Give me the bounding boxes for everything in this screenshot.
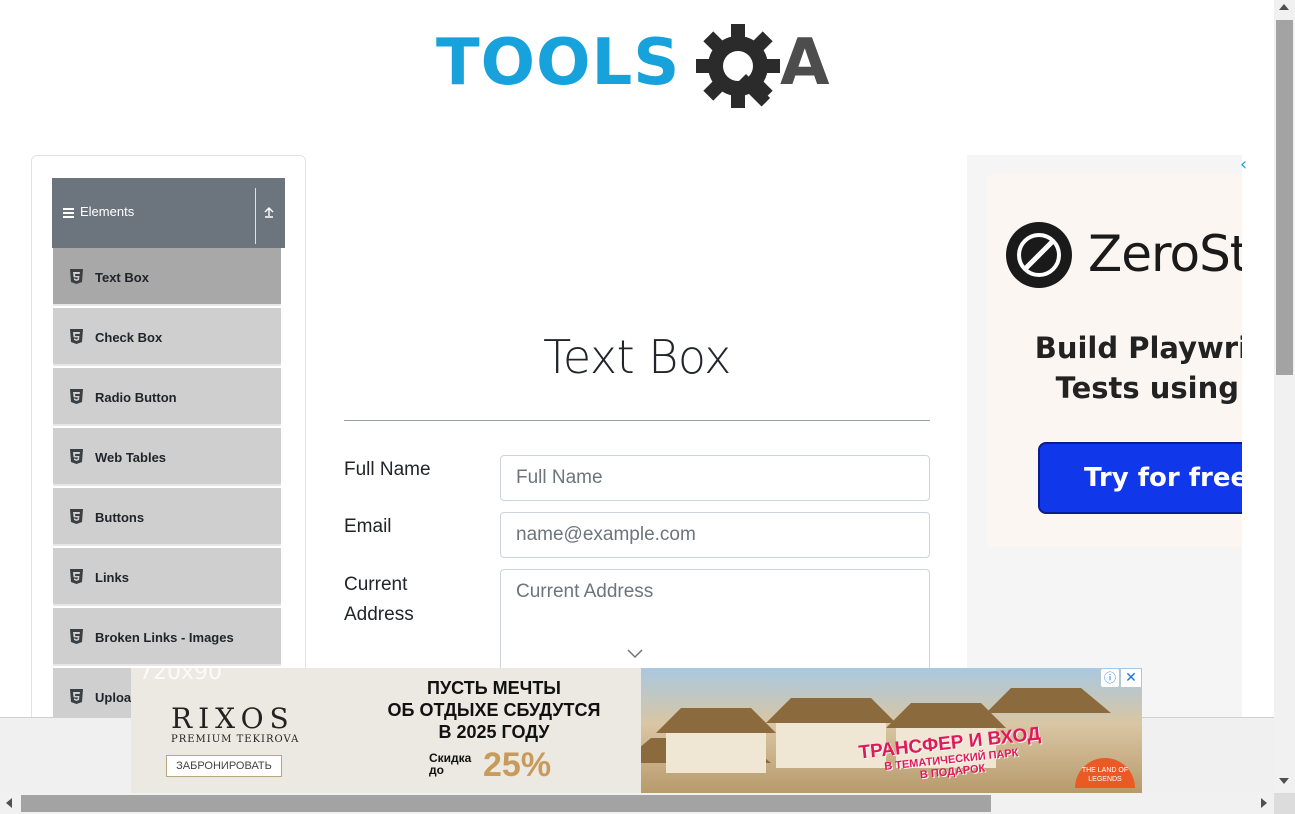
horizontal-scroll-thumb[interactable] bbox=[21, 795, 991, 812]
sidebar-group-label: Elements bbox=[80, 204, 135, 219]
rixos-subtitle: PREMIUM TEKIROVA bbox=[171, 734, 300, 745]
chevron-down-icon bbox=[627, 649, 643, 659]
scroll-right-icon[interactable] bbox=[1261, 798, 1267, 808]
bottom-banner-ad[interactable]: 720x90 RIXOS PREMIUM TEKIROVA ЗАБРОНИРОВ… bbox=[131, 668, 1142, 793]
full-name-input[interactable] bbox=[500, 455, 930, 501]
legends-line1: THE LAND OF bbox=[1081, 767, 1129, 774]
html5-icon bbox=[70, 269, 83, 284]
rixos-logo: RIXOS bbox=[171, 702, 295, 735]
chevron-left-icon[interactable]: ‹ bbox=[1240, 156, 1252, 174]
sidebar-item-label: Check Box bbox=[95, 330, 163, 345]
html5-icon bbox=[70, 629, 83, 644]
ad-headline: ПУСТЬ МЕЧТЫ ОБ ОТДЫХЕ СБУДУТСЯ В 2025 ГО… bbox=[369, 677, 619, 743]
try-for-free-button[interactable]: Try for free → bbox=[1038, 442, 1242, 514]
ad-discount-caption: Скидка до bbox=[429, 752, 471, 776]
sidebar-item-label: Web Tables bbox=[95, 450, 167, 465]
ad-tagline-line1: Build Playwright bbox=[1034, 331, 1242, 365]
email-input[interactable] bbox=[500, 512, 930, 558]
current-address-label-line2: Address bbox=[344, 604, 414, 625]
ad-headline-line3: В 2025 ГОДУ bbox=[438, 722, 550, 742]
gear-icon bbox=[696, 24, 780, 108]
header-divider bbox=[255, 188, 256, 244]
ad-tagline: Build Playwright Tests using AI bbox=[1019, 328, 1242, 408]
vertical-scrollbar[interactable] bbox=[1274, 0, 1295, 793]
hamburger-icon bbox=[63, 208, 74, 218]
ad-headline-line2: ОБ ОТДЫХЕ СБУДУТСЯ bbox=[387, 700, 601, 720]
sidebar-item-web-tables[interactable]: Web Tables bbox=[53, 428, 281, 486]
sidebar-item-broken-links[interactable]: Broken Links - Images bbox=[53, 608, 281, 666]
html5-icon bbox=[70, 509, 83, 524]
scrollbar-corner bbox=[1274, 793, 1295, 814]
sidebar-item-text-box[interactable]: Text Box bbox=[53, 248, 281, 306]
sidebar-item-buttons[interactable]: Buttons bbox=[53, 488, 281, 546]
logo-suffix: A bbox=[780, 26, 830, 100]
title-divider bbox=[344, 420, 930, 421]
email-label: Email bbox=[344, 516, 392, 537]
logo-text: TOOLS bbox=[436, 26, 680, 100]
vertical-scroll-thumb[interactable] bbox=[1276, 20, 1293, 375]
sidebar-group-elements[interactable]: Elements bbox=[52, 178, 285, 248]
sidebar-item-links[interactable]: Links bbox=[53, 548, 281, 606]
close-icon[interactable]: ✕ bbox=[1121, 669, 1141, 687]
right-ad[interactable]: ZeroStep Build Playwright Tests using AI… bbox=[967, 155, 1242, 717]
sidebar-item-label: Buttons bbox=[95, 510, 145, 525]
ad-headline-line1: ПУСТЬ МЕЧТЫ bbox=[427, 678, 561, 698]
sidebar-item-label: Broken Links - Images bbox=[95, 630, 234, 645]
current-address-label-line1: Current bbox=[344, 574, 408, 595]
ad-discount-value: 25% bbox=[483, 746, 552, 784]
book-now-button[interactable]: ЗАБРОНИРОВАТЬ bbox=[166, 755, 282, 777]
html5-icon bbox=[70, 689, 83, 704]
html5-icon bbox=[70, 569, 83, 584]
zerostep-logo-icon bbox=[1006, 222, 1072, 288]
full-name-label: Full Name bbox=[344, 459, 431, 480]
toolsqa-logo[interactable]: TOOLS A bbox=[436, 18, 842, 114]
legends-line2: LEGENDS bbox=[1088, 776, 1122, 783]
sidebar-item-label: Radio Button bbox=[95, 390, 177, 405]
ad-tagline-line2: Tests using AI bbox=[1055, 371, 1242, 405]
collapse-icon[interactable] bbox=[262, 206, 276, 220]
sidebar-item-label: Text Box bbox=[95, 270, 149, 285]
html5-icon bbox=[70, 389, 83, 404]
html5-icon bbox=[70, 329, 83, 344]
scroll-down-icon[interactable] bbox=[1279, 778, 1289, 784]
sidebar-item-check-box[interactable]: Check Box bbox=[53, 308, 281, 366]
current-address-label: Current Address bbox=[344, 570, 414, 630]
scroll-left-icon[interactable] bbox=[6, 798, 12, 808]
horizontal-scrollbar[interactable] bbox=[0, 793, 1274, 814]
page-title: Text Box bbox=[543, 330, 731, 384]
ad-discount-line2: до bbox=[429, 763, 444, 777]
sidebar-item-radio-button[interactable]: Radio Button bbox=[53, 368, 281, 426]
ad-size-label: 720x90 bbox=[139, 668, 223, 685]
scroll-up-icon[interactable] bbox=[1279, 4, 1289, 10]
sidebar-item-label: Links bbox=[95, 570, 129, 585]
ad-brand: ZeroStep bbox=[1088, 225, 1242, 283]
info-icon[interactable]: ⓘ bbox=[1101, 669, 1119, 687]
html5-icon bbox=[70, 449, 83, 464]
